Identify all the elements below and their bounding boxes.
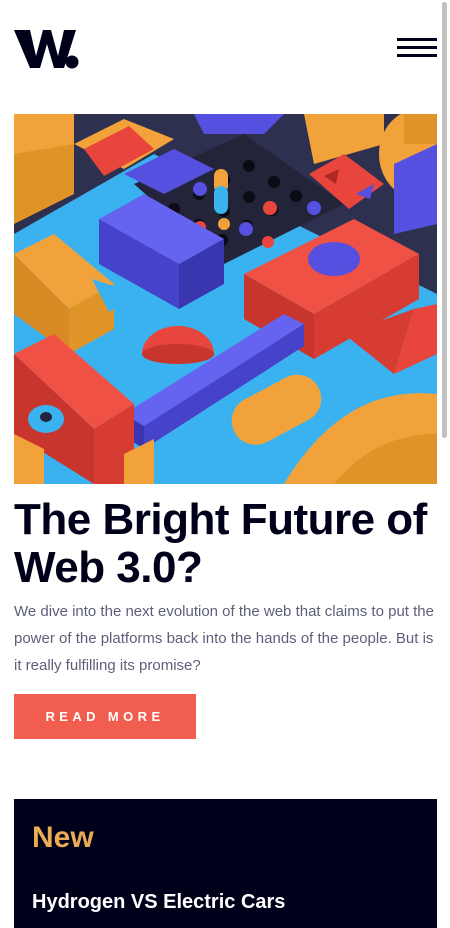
hamburger-menu-icon[interactable] bbox=[397, 38, 437, 58]
page: The Bright Future of Web 3.0? We dive in… bbox=[0, 0, 450, 928]
article-excerpt: We dive into the next evolution of the w… bbox=[14, 603, 434, 674]
article-title: The Bright Future of Web 3.0? bbox=[14, 495, 427, 592]
site-header bbox=[14, 26, 437, 72]
read-more-button[interactable]: Read more bbox=[14, 694, 196, 739]
site-logo[interactable] bbox=[14, 26, 80, 70]
scrollbar-thumb[interactable] bbox=[442, 2, 447, 438]
vertical-scrollbar[interactable] bbox=[440, 0, 450, 928]
new-articles-panel: New Hydrogen VS Electric Cars bbox=[14, 799, 437, 928]
hero-illustration bbox=[14, 114, 437, 484]
new-item-link[interactable]: Hydrogen VS Electric Cars bbox=[32, 891, 285, 914]
new-panel-heading: New bbox=[32, 821, 94, 854]
hero-image bbox=[14, 114, 437, 484]
